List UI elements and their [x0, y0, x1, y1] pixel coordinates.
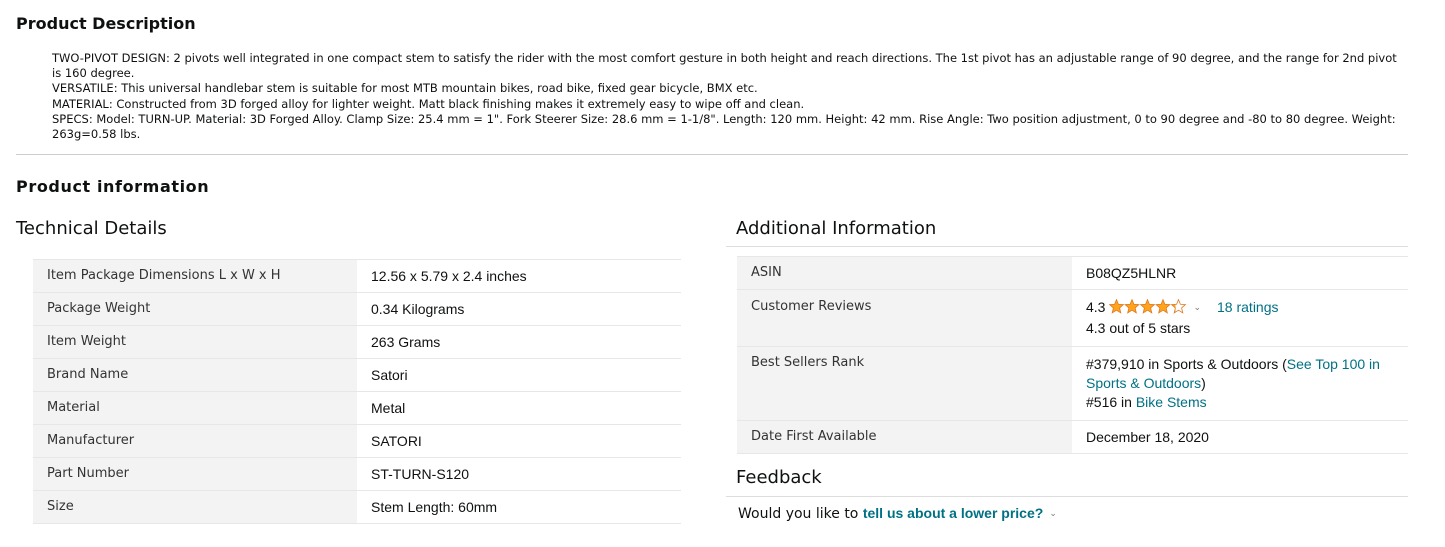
ratings-count-link[interactable]: 18 ratings	[1217, 299, 1278, 315]
table-row: Size Stem Length: 60mm	[33, 490, 681, 524]
spec-label: Package Weight	[33, 292, 357, 326]
technical-details-table: Item Package Dimensions L x W x H 12.56 x…	[33, 259, 681, 524]
table-row: Item Weight 263 Grams	[33, 325, 681, 359]
feedback-prompt: Would you like to tell us about a lower …	[738, 505, 1065, 522]
feedback-heading: Feedback	[736, 467, 822, 488]
table-row: Manufacturer SATORI	[33, 424, 681, 458]
product-description-heading: Product Description	[16, 14, 196, 33]
rank-text: )	[1201, 375, 1206, 391]
rating-number[interactable]: 4.3	[1086, 299, 1105, 315]
description-paragraph: SPECS: Model: TURN-UP. Material: 3D Forg…	[52, 111, 1396, 142]
spec-value: Metal	[357, 391, 681, 425]
rank-text: #379,910 in Sports & Outdoors (	[1086, 356, 1287, 372]
additional-information-table: ASIN B08QZ5HLNR Customer Reviews 4.3 ⌄ 18…	[737, 256, 1408, 454]
best-sellers-rank-label: Best Sellers Rank	[737, 346, 1072, 421]
divider	[726, 246, 1408, 247]
divider	[16, 154, 1408, 155]
spec-label: Part Number	[33, 457, 357, 491]
spec-label: Manufacturer	[33, 424, 357, 458]
star-rating-icon[interactable]	[1109, 299, 1187, 319]
table-row: Brand Name Satori	[33, 358, 681, 392]
product-description-text: TWO-PIVOT DESIGN: 2 pivots well integrat…	[52, 51, 1402, 142]
table-row: ASIN B08QZ5HLNR	[737, 256, 1408, 290]
lower-price-link[interactable]: tell us about a lower price?	[863, 505, 1043, 521]
table-row: Item Package Dimensions L x W x H 12.56 x…	[33, 259, 681, 293]
spec-label: Material	[33, 391, 357, 425]
spec-value: 263 Grams	[357, 325, 681, 359]
additional-information-heading: Additional Information	[736, 218, 937, 239]
spec-value: ST-TURN-S120	[357, 457, 681, 491]
date-first-available-value: December 18, 2020	[1072, 420, 1408, 454]
spec-value: 0.34 Kilograms	[357, 292, 681, 326]
rank-text: #516 in	[1086, 394, 1136, 410]
chevron-down-icon[interactable]: ⌄	[1049, 509, 1057, 519]
table-row: Best Sellers Rank #379,910 in Sports & O…	[737, 346, 1408, 421]
spec-label: Item Weight	[33, 325, 357, 359]
date-first-available-label: Date First Available	[737, 420, 1072, 454]
customer-reviews-label: Customer Reviews	[737, 289, 1072, 347]
spec-value: Stem Length: 60mm	[357, 490, 681, 524]
description-paragraph: MATERIAL: Constructed from 3D forged all…	[52, 96, 805, 111]
best-sellers-rank-value: #379,910 in Sports & Outdoors (See Top 1…	[1072, 346, 1408, 421]
rating-text: 4.3 out of 5 stars	[1086, 320, 1191, 336]
asin-value: B08QZ5HLNR	[1072, 256, 1408, 290]
table-row: Part Number ST-TURN-S120	[33, 457, 681, 491]
spec-value: 12.56 x 5.79 x 2.4 inches	[357, 259, 681, 293]
table-row: Material Metal	[33, 391, 681, 425]
technical-details-heading: Technical Details	[16, 218, 167, 239]
customer-reviews-value: 4.3 ⌄ 18 ratings 4.3 out of 5 stars	[1072, 289, 1408, 347]
asin-label: ASIN	[737, 256, 1072, 290]
description-paragraph: VERSATILE: This universal handlebar stem…	[52, 81, 758, 96]
spec-label: Item Package Dimensions L x W x H	[33, 259, 357, 293]
spec-value: SATORI	[357, 424, 681, 458]
feedback-text: Would you like to	[738, 506, 863, 522]
table-row: Date First Available December 18, 2020	[737, 420, 1408, 454]
spec-value: Satori	[357, 358, 681, 392]
spec-label: Size	[33, 490, 357, 524]
divider	[726, 496, 1408, 497]
description-paragraph: TWO-PIVOT DESIGN: 2 pivots well integrat…	[52, 51, 1397, 81]
product-information-heading: Product information	[16, 177, 210, 196]
table-row: Package Weight 0.34 Kilograms	[33, 292, 681, 326]
chevron-down-icon[interactable]: ⌄	[1193, 298, 1201, 317]
bike-stems-link[interactable]: Bike Stems	[1136, 394, 1207, 410]
table-row: Customer Reviews 4.3 ⌄ 18 ratings 4.3 out…	[737, 289, 1408, 347]
spec-label: Brand Name	[33, 358, 357, 392]
